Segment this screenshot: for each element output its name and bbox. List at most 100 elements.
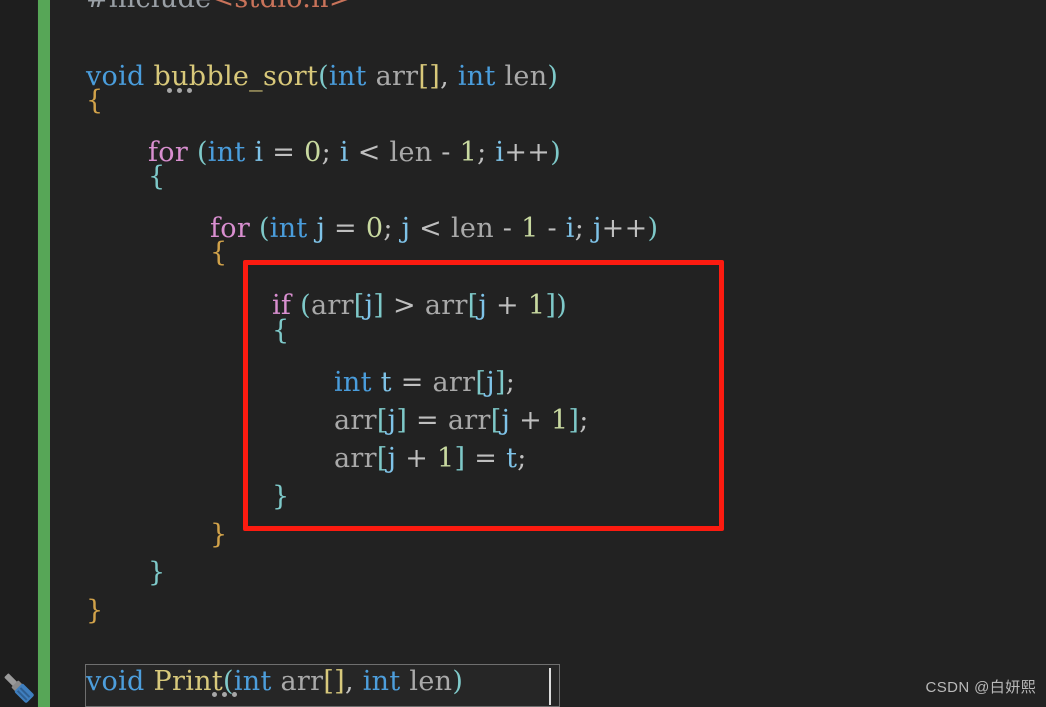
minus-op: - xyxy=(493,213,522,244)
keyword-int: int xyxy=(207,137,246,168)
bracket-open: [ xyxy=(376,405,388,436)
assign-op: = xyxy=(391,367,433,398)
var-len: len xyxy=(450,213,494,244)
keyword-int: int xyxy=(269,213,308,244)
code-line-include[interactable]: #include<stdio.h> xyxy=(86,0,352,18)
var-arr: arr xyxy=(432,367,476,398)
change-indicator-bar xyxy=(38,0,50,707)
code-line-outer-for[interactable]: for (int i = 0; i < len - 1; i++) xyxy=(148,134,561,172)
semicolon: ; xyxy=(505,367,516,398)
semicolon: ; xyxy=(383,213,402,244)
keyword-int: int xyxy=(328,61,367,92)
minus-op: - xyxy=(432,137,460,168)
semicolon: ; xyxy=(574,213,593,244)
paren-open: ( xyxy=(258,213,270,244)
var-j: j xyxy=(316,213,326,244)
var-j: j xyxy=(364,290,374,321)
increment-op: ++ xyxy=(601,213,648,244)
keyword-int: int xyxy=(334,367,372,398)
literal-one: 1 xyxy=(437,443,455,474)
editor-glyph-margin[interactable] xyxy=(0,0,37,707)
bracket-open: [ xyxy=(376,443,388,474)
semicolon: ; xyxy=(477,137,496,168)
code-line-swap-temp-assign[interactable]: int t = arr[j]; xyxy=(334,364,515,402)
csdn-watermark: CSDN @白妍熙 xyxy=(925,679,1036,696)
bracket-close: ] xyxy=(396,405,408,436)
code-line-open-brace-if[interactable]: { xyxy=(272,312,289,350)
paren-open: ( xyxy=(300,290,311,321)
code-line-open-brace-outer[interactable]: { xyxy=(148,158,165,196)
plus-op: + xyxy=(487,290,528,321)
preprocessor-directive: #include xyxy=(86,0,211,14)
assign-op: = xyxy=(407,405,448,436)
literal-one: 1 xyxy=(550,405,569,436)
brace-close: } xyxy=(86,595,104,626)
bracket-close: ] xyxy=(373,290,385,321)
three-dots-icon[interactable] xyxy=(167,88,192,93)
plus-op: + xyxy=(510,405,551,436)
bracket-close: ] xyxy=(545,290,557,321)
brace-close: } xyxy=(272,481,290,512)
code-line-if-condition[interactable]: if (arr[j] > arr[j + 1]) xyxy=(272,287,567,325)
array-brackets: [] xyxy=(418,61,441,92)
bracket-close: ] xyxy=(494,367,506,398)
param-len: len xyxy=(504,61,548,92)
brace-open: { xyxy=(148,161,166,192)
var-i: i xyxy=(339,137,349,168)
var-j: j xyxy=(501,405,511,436)
var-arr: arr xyxy=(447,405,491,436)
less-than-op: < xyxy=(410,213,451,244)
assign-op: = xyxy=(325,213,366,244)
comma: , xyxy=(440,61,458,92)
var-arr: arr xyxy=(310,290,354,321)
literal-one: 1 xyxy=(521,213,539,244)
paren-close: ) xyxy=(647,213,659,244)
assign-op: = xyxy=(263,137,305,168)
var-arr: arr xyxy=(334,405,377,436)
var-j: j xyxy=(593,213,602,244)
less-than-op: < xyxy=(348,137,390,168)
paren-close: ) xyxy=(556,290,568,321)
var-arr: arr xyxy=(334,443,377,474)
code-line-open-brace-inner[interactable]: { xyxy=(210,234,227,272)
code-editor-screenshot: #include<stdio.h> void bubble_sort(int a… xyxy=(0,0,1046,707)
greater-than-op: > xyxy=(384,290,425,321)
paren-open: ( xyxy=(196,137,208,168)
bracket-open: [ xyxy=(475,367,487,398)
bracket-close: ] xyxy=(568,405,580,436)
bracket-open: [ xyxy=(467,290,479,321)
paren-close: ) xyxy=(547,61,559,92)
code-line-close-brace-outer-for[interactable]: } xyxy=(148,554,165,592)
code-line-close-brace-inner-for[interactable]: } xyxy=(210,516,227,554)
keyword-int: int xyxy=(457,61,496,92)
literal-one: 1 xyxy=(459,137,478,168)
var-i: i xyxy=(565,213,575,244)
increment-op: ++ xyxy=(504,137,551,168)
code-line-bubble-sort-signature[interactable]: void bubble_sort(int arr[], int len) xyxy=(86,58,558,96)
param-arr: arr xyxy=(375,61,419,92)
code-line-swap-restore[interactable]: arr[j + 1] = t; xyxy=(334,440,527,478)
code-line-close-brace-fn[interactable]: } xyxy=(86,592,103,630)
var-j: j xyxy=(478,290,488,321)
include-header: <stdio.h> xyxy=(211,0,351,14)
var-j: j xyxy=(486,367,495,398)
bracket-open: [ xyxy=(490,405,502,436)
code-line-inner-for[interactable]: for (int j = 0; j < len - 1 - i; j++) xyxy=(210,210,658,248)
bracket-open: [ xyxy=(353,290,365,321)
var-len: len xyxy=(389,137,433,168)
screwdriver-icon[interactable] xyxy=(0,669,38,707)
paren-open: ( xyxy=(318,61,329,92)
editor-code-surface[interactable]: #include<stdio.h> void bubble_sort(int a… xyxy=(50,0,1046,707)
code-line-swap-shift[interactable]: arr[j] = arr[j + 1]; xyxy=(334,402,589,440)
semicolon: ; xyxy=(517,443,527,474)
semicolon: ; xyxy=(321,137,340,168)
brace-close: } xyxy=(210,519,228,550)
var-arr: arr xyxy=(424,290,468,321)
minus-op: - xyxy=(538,213,566,244)
code-line-open-brace-fn[interactable]: { xyxy=(86,82,103,120)
literal-zero: 0 xyxy=(304,137,322,168)
var-t: t xyxy=(506,443,518,474)
var-t: t xyxy=(380,367,392,398)
text-caret xyxy=(549,668,551,705)
code-line-close-brace-if[interactable]: } xyxy=(272,478,289,516)
